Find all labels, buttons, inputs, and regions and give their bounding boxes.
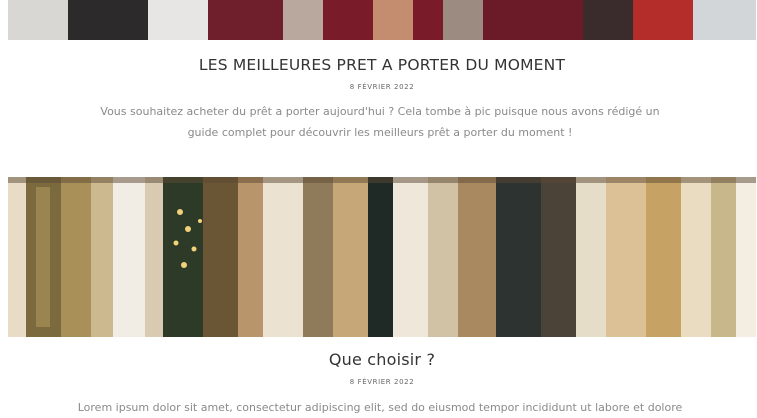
post-2-date: 8 FÉVRIER 2022 <box>349 378 415 386</box>
post-2-title[interactable]: Que choisir ? <box>8 350 756 369</box>
post-1-excerpt: Vous souhaitez acheter du prêt a porter … <box>100 105 660 139</box>
post-2-featured-image[interactable] <box>8 177 756 337</box>
post-1-featured-image[interactable] <box>8 0 756 40</box>
post-1-date: 8 FÉVRIER 2022 <box>349 83 415 91</box>
post-2-excerpt: Lorem ipsum dolor sit amet, consectetur … <box>77 401 683 414</box>
post-1-title[interactable]: LES MEILLEURES PRET A PORTER DU MOMENT <box>8 56 756 74</box>
